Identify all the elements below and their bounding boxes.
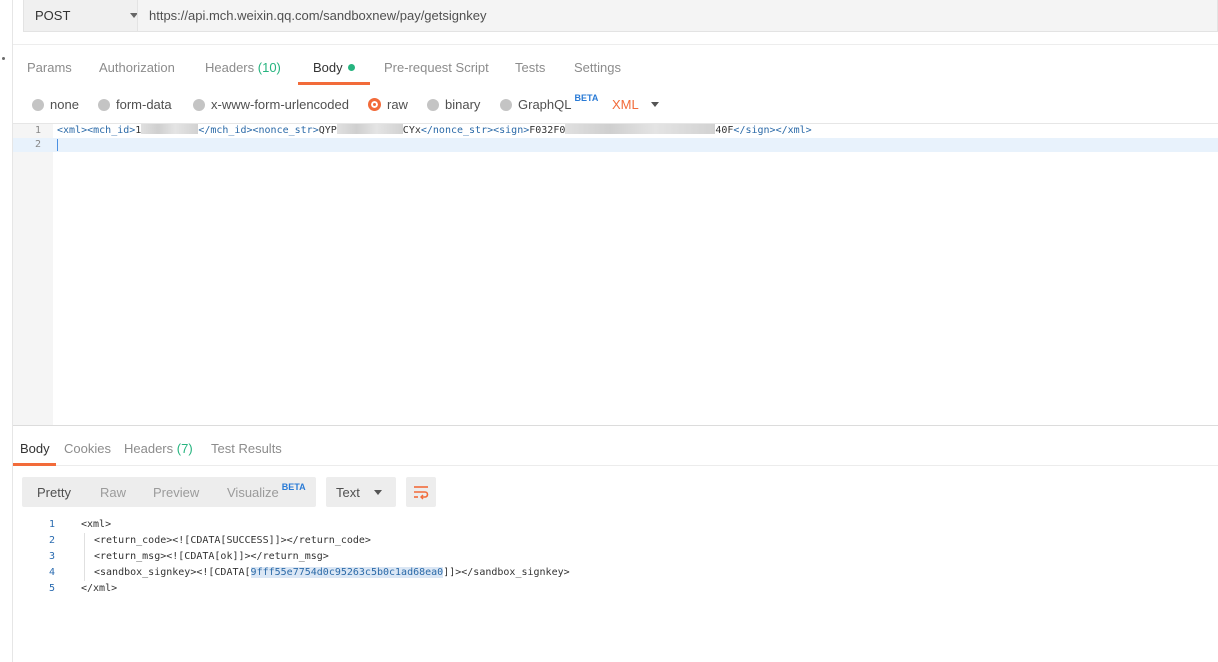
redacted-mch-id bbox=[141, 124, 199, 134]
radio-binary[interactable]: binary bbox=[427, 97, 480, 112]
tab-tests[interactable]: Tests bbox=[515, 60, 545, 75]
indent-guide bbox=[84, 549, 85, 565]
line-number: 1 bbox=[34, 125, 41, 136]
radio-form-data-label: form-data bbox=[116, 97, 172, 112]
radio-none[interactable]: none bbox=[32, 97, 79, 112]
visualize-label: Visualize bbox=[227, 485, 279, 500]
view-visualize-button[interactable]: Visualize BETA bbox=[227, 482, 306, 500]
radio-urlencoded-label: x-www-form-urlencoded bbox=[211, 97, 349, 112]
radio-binary-label: binary bbox=[445, 97, 481, 112]
tab-cookies[interactable]: Cookies bbox=[64, 441, 111, 456]
radio-selected-icon bbox=[368, 98, 381, 111]
wrap-lines-icon bbox=[414, 486, 429, 500]
response-line: 4 <sandbox_signkey><![CDATA[9fff55e7754d… bbox=[13, 565, 913, 581]
url-input[interactable]: https://api.mch.weixin.qq.com/sandboxnew… bbox=[137, 0, 1218, 32]
indent-guide bbox=[84, 533, 85, 549]
view-preview-button[interactable]: Preview bbox=[153, 485, 199, 500]
response-body-viewer[interactable]: 1 <xml> 2 <return_code><![CDATA[SUCCESS]… bbox=[13, 517, 1218, 607]
response-line: 3 <return_msg><![CDATA[ok]]></return_msg… bbox=[13, 549, 913, 565]
tab-response-headers[interactable]: Headers (7) bbox=[124, 441, 193, 456]
tab-response-headers-count: (7) bbox=[176, 441, 193, 456]
response-line-code: <return_msg><![CDATA[ok]]></return_msg> bbox=[94, 551, 329, 562]
left-panel-edge bbox=[0, 0, 13, 662]
radio-form-data[interactable]: form-data bbox=[98, 97, 172, 112]
request-body-editor[interactable]: 1 <xml><mch_id>1 </mch_id><nonce_str>QYP C… bbox=[13, 123, 1218, 425]
response-line: 2 <return_code><![CDATA[SUCCESS]]></retu… bbox=[13, 533, 913, 549]
url-value: https://api.mch.weixin.qq.com/sandboxnew… bbox=[149, 8, 487, 23]
radio-circle-icon bbox=[32, 98, 44, 111]
response-format-label: Text bbox=[336, 485, 360, 500]
radio-urlencoded[interactable]: x-www-form-urlencoded bbox=[193, 97, 349, 112]
tab-headers[interactable]: Headers (10) bbox=[205, 60, 281, 75]
line-number: 2 bbox=[34, 139, 41, 150]
collapse-dot-icon[interactable] bbox=[2, 57, 5, 60]
sandbox-signkey-value: 9fff55e7754d0c95263c5b0c1ad68ea0 bbox=[250, 567, 444, 578]
chevron-down-icon bbox=[374, 490, 382, 495]
active-tab-indicator bbox=[298, 82, 370, 85]
radio-circle-icon bbox=[98, 98, 110, 111]
line-number: 1 bbox=[48, 519, 55, 530]
request-url-row: POST https://api.mch.weixin.qq.com/sandb… bbox=[13, 0, 1218, 38]
body-type-selector: none form-data x-www-form-urlencoded raw… bbox=[13, 86, 1218, 122]
tab-test-results[interactable]: Test Results bbox=[211, 441, 282, 456]
response-line: 1 <xml> bbox=[13, 517, 913, 533]
radio-circle-icon bbox=[500, 98, 512, 111]
radio-circle-icon bbox=[427, 98, 439, 111]
tab-body[interactable]: Body bbox=[313, 60, 355, 75]
view-raw-button[interactable]: Raw bbox=[100, 485, 126, 500]
body-modified-dot-icon bbox=[347, 64, 355, 71]
editor-gutter bbox=[13, 124, 53, 425]
method-select[interactable]: POST bbox=[23, 0, 151, 32]
text-cursor bbox=[57, 139, 58, 151]
graphql-beta-badge: BETA bbox=[574, 92, 599, 103]
wrap-lines-button[interactable] bbox=[406, 477, 436, 507]
response-view-toggle: Pretty Raw Preview Visualize BETA bbox=[22, 477, 316, 507]
response-tabs: Body Cookies Headers (7) Test Results bbox=[13, 426, 1218, 466]
radio-raw-label: raw bbox=[387, 97, 408, 112]
response-line-code: </xml> bbox=[81, 583, 118, 594]
tab-body-label: Body bbox=[313, 60, 343, 75]
response-line-code: <xml> bbox=[81, 519, 112, 530]
tab-params[interactable]: Params bbox=[27, 60, 72, 75]
tab-response-headers-label: Headers bbox=[124, 441, 174, 456]
line-number: 4 bbox=[48, 567, 55, 578]
radio-graphql[interactable]: GraphQL BETA bbox=[500, 93, 598, 112]
tab-settings[interactable]: Settings bbox=[574, 60, 621, 75]
response-line: 5 </xml> bbox=[13, 581, 913, 597]
editor-line: 1 <xml><mch_id>1 </mch_id><nonce_str>QYP C… bbox=[13, 124, 1218, 138]
raw-format-select[interactable]: XML bbox=[612, 97, 639, 112]
line-number: 2 bbox=[48, 535, 55, 546]
radio-circle-icon bbox=[193, 98, 205, 111]
tab-authorization[interactable]: Authorization bbox=[99, 60, 175, 75]
active-response-tab-indicator bbox=[13, 463, 56, 466]
tab-headers-count: (10) bbox=[257, 60, 281, 75]
response-format-select[interactable]: Text bbox=[326, 477, 396, 507]
editor-line-code: <xml><mch_id>1 </mch_id><nonce_str>QYP CYx… bbox=[57, 124, 812, 136]
radio-none-label: none bbox=[50, 97, 79, 112]
radio-graphql-label: GraphQL bbox=[518, 97, 572, 112]
chevron-down-icon[interactable] bbox=[651, 102, 659, 107]
line-number: 5 bbox=[48, 583, 55, 594]
tab-response-body[interactable]: Body bbox=[20, 441, 50, 456]
response-line-code: <sandbox_signkey><![CDATA[9fff55e7754d0c… bbox=[94, 567, 570, 578]
method-label: POST bbox=[35, 8, 71, 23]
indent-guide bbox=[84, 565, 85, 581]
redacted-sign bbox=[565, 124, 716, 134]
editor-line-current: 2 bbox=[13, 138, 1218, 152]
request-tabs: Params Authorization Headers (10) Body P… bbox=[13, 44, 1218, 85]
tab-pre-request-script[interactable]: Pre-request Script bbox=[384, 60, 489, 75]
redacted-nonce bbox=[336, 124, 403, 134]
visualize-beta-badge: BETA bbox=[281, 482, 306, 492]
line-number: 3 bbox=[48, 551, 55, 562]
response-line-code: <return_code><![CDATA[SUCCESS]]></return… bbox=[94, 535, 371, 546]
view-pretty-button[interactable]: Pretty bbox=[37, 485, 71, 500]
tab-headers-label: Headers bbox=[205, 60, 255, 75]
radio-raw[interactable]: raw bbox=[368, 97, 408, 112]
